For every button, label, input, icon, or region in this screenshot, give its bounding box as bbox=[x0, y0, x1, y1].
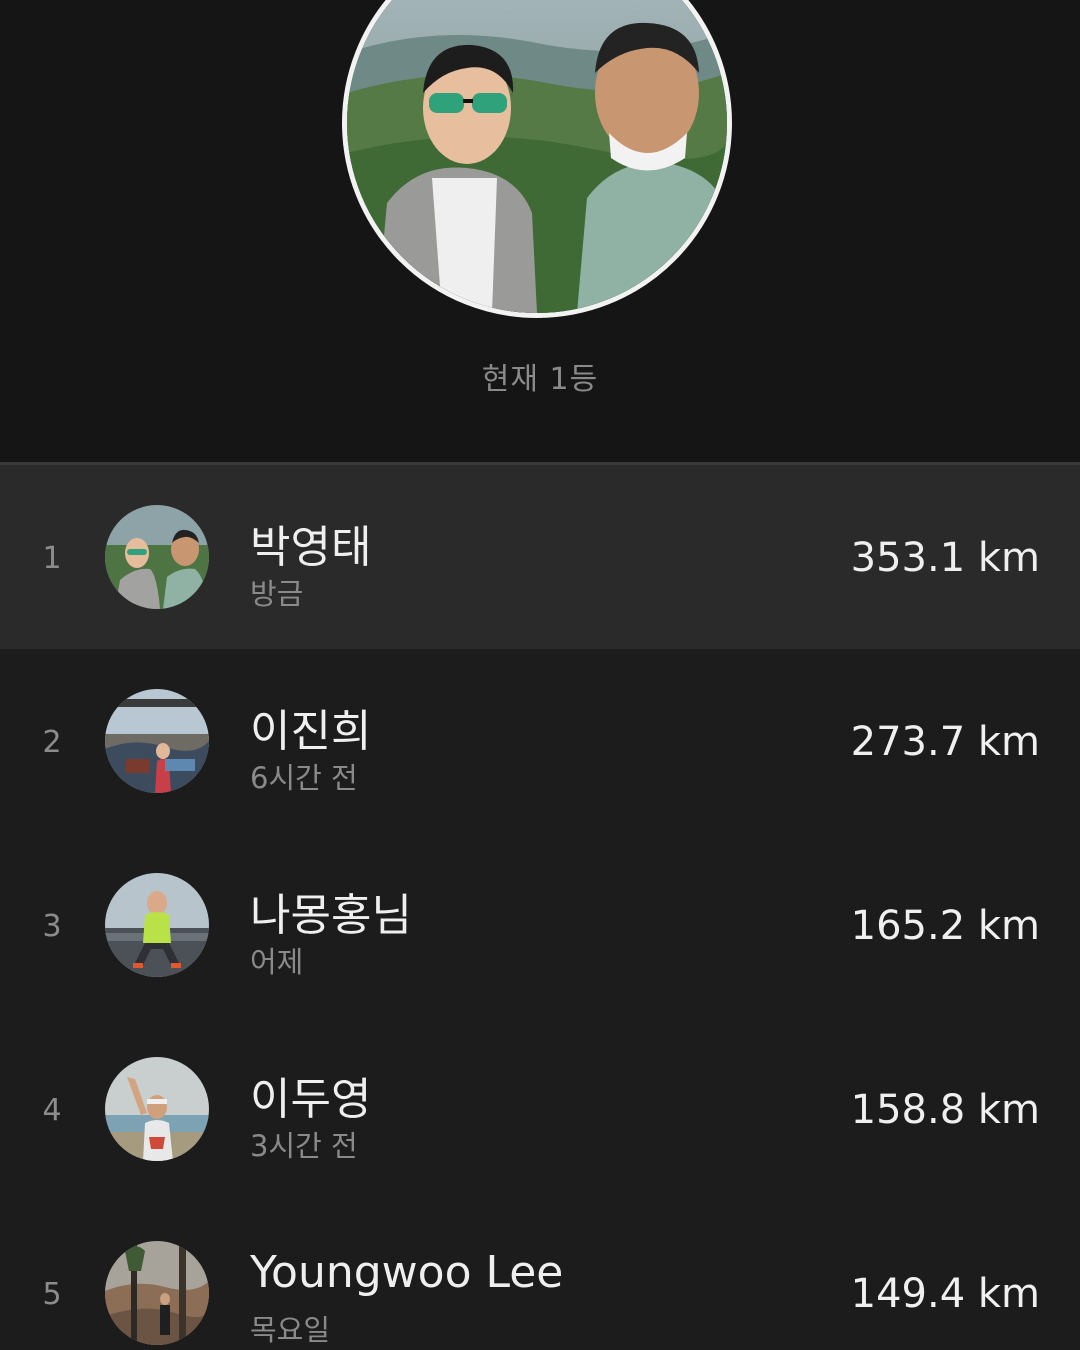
leaderboard-row[interactable]: 5 Youngwoo Lee 목요일 149.4 km bbox=[0, 1201, 1080, 1350]
rank-number: 4 bbox=[42, 1093, 62, 1128]
distance-value: 165.2 km bbox=[850, 903, 1040, 949]
rank-number: 1 bbox=[42, 541, 62, 576]
avatar-image bbox=[105, 505, 209, 609]
athlete-name: Youngwoo Lee bbox=[250, 1247, 564, 1298]
last-activity-time: 6시간 전 bbox=[250, 761, 358, 795]
leaderboard-row[interactable]: 3 나몽홍님 어제 165.2 km bbox=[0, 833, 1080, 1017]
athlete-name: 이진희 bbox=[250, 706, 372, 757]
rank-number: 2 bbox=[42, 725, 62, 760]
distance-value: 353.1 km bbox=[850, 535, 1040, 581]
avatar-image bbox=[105, 873, 209, 977]
last-activity-time: 목요일 bbox=[250, 1313, 331, 1347]
distance-value: 158.8 km bbox=[850, 1087, 1040, 1133]
avatar[interactable] bbox=[105, 505, 209, 609]
distance-value: 149.4 km bbox=[850, 1271, 1040, 1317]
avatar-image bbox=[105, 1241, 209, 1345]
leader-header: 현재 1등 bbox=[0, 0, 1080, 465]
leaderboard-list: 1 박영태 방금 353.1 km 2 이진희 6시간 전 273.7 km 3… bbox=[0, 465, 1080, 1350]
avatar[interactable] bbox=[105, 1057, 209, 1161]
athlete-name: 박영태 bbox=[250, 522, 372, 573]
leaderboard-row[interactable]: 2 이진희 6시간 전 273.7 km bbox=[0, 649, 1080, 833]
avatar[interactable] bbox=[105, 873, 209, 977]
leaderboard-row[interactable]: 4 이두영 3시간 전 158.8 km bbox=[0, 1017, 1080, 1201]
distance-value: 273.7 km bbox=[850, 719, 1040, 765]
rank-number: 5 bbox=[42, 1277, 62, 1312]
last-activity-time: 어제 bbox=[250, 945, 304, 979]
avatar-image bbox=[105, 1057, 209, 1161]
leaderboard-screen: 현재 1등 1 박영태 방금 353.1 km 2 이진희 6시간 전 273.… bbox=[0, 0, 1080, 1350]
leaderboard-row[interactable]: 1 박영태 방금 353.1 km bbox=[0, 465, 1080, 649]
avatar[interactable] bbox=[105, 689, 209, 793]
avatar-image bbox=[105, 689, 209, 793]
athlete-name: 나몽홍님 bbox=[250, 890, 412, 941]
current-rank-caption: 현재 1등 bbox=[481, 362, 599, 397]
avatar[interactable] bbox=[105, 1241, 209, 1345]
last-activity-time: 3시간 전 bbox=[250, 1129, 358, 1163]
leader-photo-image bbox=[347, 0, 727, 313]
last-activity-time: 방금 bbox=[250, 577, 304, 611]
athlete-name: 이두영 bbox=[250, 1074, 372, 1125]
leader-profile-photo[interactable] bbox=[342, 0, 732, 318]
rank-number: 3 bbox=[42, 909, 62, 944]
